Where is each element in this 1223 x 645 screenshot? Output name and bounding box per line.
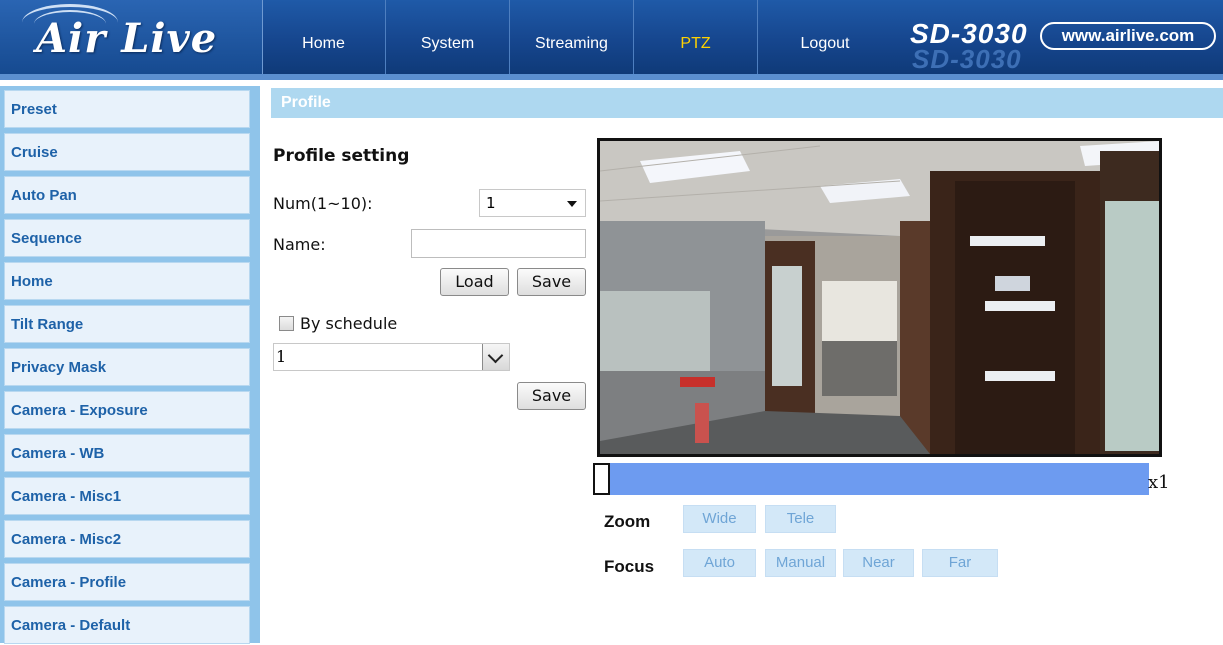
website-badge: www.airlive.com: [1040, 22, 1216, 50]
profile-setting-heading: Profile setting: [273, 146, 410, 166]
num-label: Num(1~10):: [273, 194, 373, 213]
airlive-logo: Air Live: [0, 0, 263, 74]
by-schedule-checkbox[interactable]: [279, 316, 294, 331]
top-header: Air Live Home System Streaming PTZ Logou…: [0, 0, 1223, 80]
sidebar-item-auto-pan[interactable]: Auto Pan: [4, 176, 250, 214]
dropdown-caret-icon: [567, 201, 577, 207]
nav-system[interactable]: System: [386, 0, 510, 74]
section-title-bar: Profile: [271, 88, 1223, 118]
name-label: Name:: [273, 235, 326, 254]
focus-manual-button[interactable]: Manual: [765, 549, 836, 577]
focus-near-button[interactable]: Near: [843, 549, 914, 577]
sidebar-item-tilt-range[interactable]: Tilt Range: [4, 305, 250, 343]
zoom-level-readout: x1: [1148, 472, 1170, 493]
sidebar-item-camera-wb[interactable]: Camera - WB: [4, 434, 250, 472]
nav-ptz[interactable]: PTZ: [634, 0, 758, 74]
save-profile-button[interactable]: Save: [517, 268, 586, 296]
schedule-dropdown-button[interactable]: [482, 344, 509, 370]
zoom-slider-track[interactable]: [593, 463, 1149, 495]
sidebar-item-camera-exposure[interactable]: Camera - Exposure: [4, 391, 250, 429]
sidebar-item-camera-misc1[interactable]: Camera - Misc1: [4, 477, 250, 515]
schedule-select[interactable]: 1: [273, 343, 510, 371]
sidebar-item-home[interactable]: Home: [4, 262, 250, 300]
focus-auto-button[interactable]: Auto: [683, 549, 756, 577]
sidebar-item-privacy-mask[interactable]: Privacy Mask: [4, 348, 250, 386]
load-button[interactable]: Load: [440, 268, 509, 296]
sidebar-item-camera-misc2[interactable]: Camera - Misc2: [4, 520, 250, 558]
schedule-value: 1: [276, 347, 287, 366]
nav-streaming[interactable]: Streaming: [510, 0, 634, 74]
logo-text: Air Live: [36, 15, 218, 62]
camera-image: [600, 141, 1159, 454]
profile-number-value: 1: [486, 194, 496, 212]
sidebar-item-camera-default[interactable]: Camera - Default: [4, 606, 250, 644]
focus-far-button[interactable]: Far: [922, 549, 998, 577]
nav-logout[interactable]: Logout: [758, 0, 892, 74]
sidebar-item-camera-profile[interactable]: Camera - Profile: [4, 563, 250, 601]
sidebar-item-sequence[interactable]: Sequence: [4, 219, 250, 257]
sidebar: Preset Cruise Auto Pan Sequence Home Til…: [0, 86, 260, 644]
zoom-wide-button[interactable]: Wide: [683, 505, 756, 533]
zoom-tele-button[interactable]: Tele: [765, 505, 836, 533]
camera-live-view[interactable]: [597, 138, 1162, 457]
by-schedule-label: By schedule: [300, 314, 398, 333]
zoom-slider-handle[interactable]: [593, 463, 610, 495]
profile-number-select[interactable]: 1: [479, 189, 586, 217]
chevron-down-icon: [487, 347, 504, 364]
sidebar-item-preset[interactable]: Preset: [4, 90, 250, 128]
nav-home[interactable]: Home: [262, 0, 386, 74]
focus-label: Focus: [604, 557, 655, 576]
zoom-label: Zoom: [604, 512, 651, 531]
model-name: SD-3030: [910, 18, 1028, 49]
sidebar-item-cruise[interactable]: Cruise: [4, 133, 250, 171]
profile-name-input[interactable]: [411, 229, 586, 258]
save-schedule-button[interactable]: Save: [517, 382, 586, 410]
